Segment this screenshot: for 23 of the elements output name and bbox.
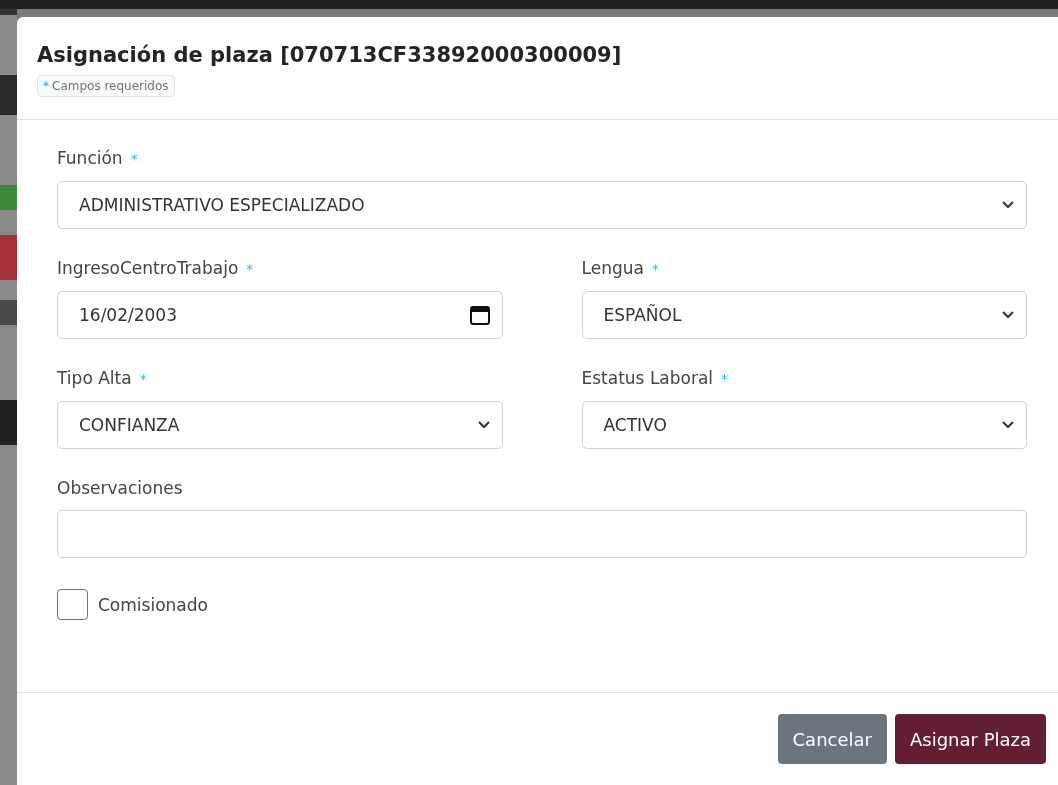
field-label: Tipo Alta * [57,367,148,390]
checkbox-label: Comisionado [98,594,208,615]
field-label: IngresoCentroTrabajo * [57,257,255,280]
calendar-icon [469,305,490,325]
submit-button[interactable]: Asignar Plaza [894,714,1046,764]
field-label: Estatus Laboral * [581,367,730,390]
chevron-down-icon [1002,421,1014,429]
select-field[interactable]: ESPAÑOL [581,291,1027,339]
select-field[interactable]: ADMINISTRATIVO ESPECIALIZADO [57,181,1027,229]
select-field[interactable]: CONFIANZA [57,401,503,449]
field-label: Observaciones [57,477,184,500]
chevron-down-icon [477,421,490,429]
field-label: Lengua * [581,257,660,280]
select-field[interactable]: ACTIVO [581,401,1027,449]
field-label: Función * [57,147,139,170]
checkbox[interactable] [57,589,88,620]
input-field[interactable] [57,510,1027,558]
required-fields-badge: * Campos requeridos [37,75,175,97]
chevron-down-icon [1002,311,1014,319]
date-field[interactable]: 16/02/2003 [57,291,503,339]
chevron-down-icon [1002,201,1014,209]
dialog-title: Asignación de plaza [070713CF33892000300009] [37,43,622,67]
cancel-button[interactable]: Cancelar [777,714,887,764]
